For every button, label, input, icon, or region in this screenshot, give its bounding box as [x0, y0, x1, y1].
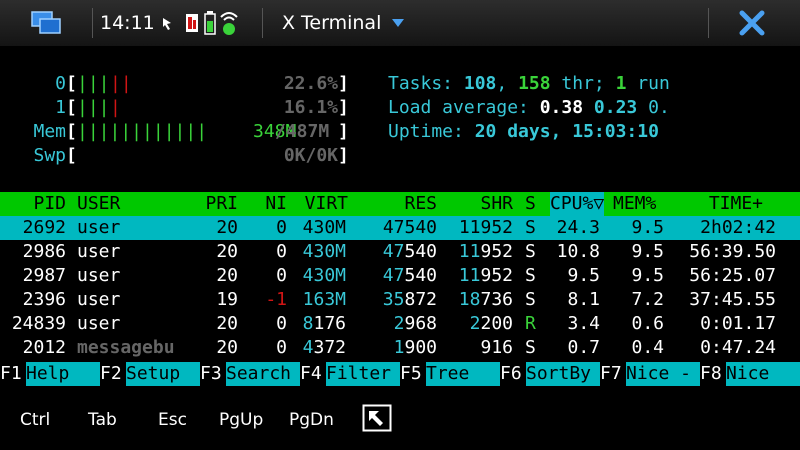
function-key-label[interactable]: Search — [226, 362, 300, 386]
close-icon — [739, 10, 765, 36]
cell-time: 37:45.55 — [689, 289, 776, 310]
cell-user: user — [77, 217, 121, 238]
function-key[interactable]: F2 — [100, 362, 122, 386]
cell-user: user — [77, 313, 121, 334]
pgdn-key[interactable]: PgDn — [289, 398, 334, 442]
close-button[interactable] — [738, 0, 766, 46]
cell-user: user — [77, 265, 121, 286]
cell-pid: 24839 — [11, 313, 66, 334]
function-key-label[interactable]: Tree — [426, 362, 500, 386]
wifi-icon — [220, 12, 238, 35]
function-key[interactable]: F4 — [300, 362, 322, 386]
cell-pid: 2396 — [22, 289, 66, 310]
function-key[interactable]: F5 — [400, 362, 422, 386]
fullscreen-icon — [362, 404, 392, 432]
cell-time: 56:25.07 — [689, 265, 776, 286]
function-key[interactable]: F3 — [200, 362, 222, 386]
function-key[interactable]: F6 — [500, 362, 522, 386]
process-row[interactable]: 2012 messagebu 20 0 4372 1900 916 S 0.7 0.4 0:47.2… — [0, 336, 800, 360]
column-header[interactable]: USER — [77, 192, 120, 216]
function-key[interactable]: F1 — [0, 362, 22, 386]
function-key-label[interactable]: Filter — [326, 362, 400, 386]
cell-mem: 9.5 — [631, 265, 664, 286]
cell-time: 56:39.50 — [689, 241, 776, 262]
uptime: Uptime: 20 days, 15:03:10 — [388, 121, 659, 142]
cell-time: 0:47.24 — [700, 337, 776, 358]
cell-time: 2h02:42 — [700, 217, 776, 238]
cell-user: user — [77, 289, 121, 310]
cell-pid: 2692 — [22, 217, 66, 238]
tasks-summary: Tasks: 108, 158 thr; 1 run — [388, 73, 670, 94]
cell-user: user — [77, 241, 121, 262]
cell-mem: 9.5 — [631, 217, 664, 238]
function-key-label[interactable]: Setup — [126, 362, 200, 386]
process-row[interactable]: 2396 user 19 -1 163M 35872 18736 S 8.1 7.2 37:45.5… — [0, 288, 800, 312]
function-key-bar: F1 Help F2 Setup F3 Search F4 Filter F5 Tree F6… — [0, 362, 800, 386]
fullscreen-button[interactable] — [362, 404, 392, 436]
esc-key[interactable]: Esc — [158, 398, 187, 442]
column-header[interactable]: TIME+ — [653, 192, 763, 216]
column-header[interactable]: S — [525, 192, 536, 216]
column-header[interactable]: MEM% — [613, 192, 656, 216]
battery-icon — [204, 11, 216, 35]
column-header[interactable]: SHR — [403, 192, 513, 216]
function-key-label[interactable]: Help — [26, 362, 100, 386]
status-bar: 14:11 X Terminal — [0, 0, 800, 46]
cell-mem: 7.2 — [631, 289, 664, 310]
function-key-label[interactable]: Nice - — [626, 362, 700, 386]
tab-key[interactable]: Tab — [88, 398, 117, 442]
cell-mem: 9.5 — [631, 241, 664, 262]
cell-mem: 0.4 — [631, 337, 664, 358]
cell-time: 0:01.17 — [700, 313, 776, 334]
column-header[interactable]: CPU%▽ — [550, 192, 605, 216]
app-title: X Terminal — [282, 12, 382, 34]
function-key-label[interactable]: SortBy — [526, 362, 600, 386]
terminal[interactable]: 0 [ ||| || 22.6% ] 1 [ ||| | 16.1% ] Mem… — [0, 46, 800, 390]
function-key-label[interactable]: Nice — [726, 362, 800, 386]
cell-pid: 2012 — [22, 337, 66, 358]
menu-arrow-icon — [392, 19, 405, 27]
cell-mem: 0.6 — [631, 313, 664, 334]
process-row[interactable]: 2986 user 20 0 430M 47540 11952 S 10.8 9.5 56:39.5… — [0, 240, 800, 264]
pgup-key[interactable]: PgUp — [219, 398, 263, 442]
clock: 14:11 — [100, 12, 155, 34]
swap-meter: Swp [ 0K/0K ] — [33, 145, 349, 166]
column-header[interactable]: PID — [0, 192, 66, 216]
cell-pid: 2987 — [22, 265, 66, 286]
function-key[interactable]: F7 — [600, 362, 622, 386]
process-table-header[interactable]: PID USER PRI NI VIRT RES SHR S CPU%▽ MEM% TIME+ — [0, 192, 800, 216]
ctrl-key[interactable]: Ctrl — [20, 398, 50, 442]
network-icon — [185, 14, 198, 32]
function-key[interactable]: F8 — [700, 362, 722, 386]
process-row[interactable]: 2692 user 20 0 430M 47540 11952 S 24.3 9.5 2h02:42 — [0, 216, 800, 240]
app-menu[interactable]: X Terminal — [282, 0, 405, 46]
task-switcher-button[interactable] — [30, 0, 64, 46]
load-average: Load average: 0.38 0.23 0. — [388, 97, 670, 118]
cell-pid: 2986 — [22, 241, 66, 262]
task-switcher-icon — [31, 11, 61, 34]
virtual-key-bar: Ctrl Tab Esc PgUp PgDn — [0, 390, 800, 450]
process-row[interactable]: 2987 user 20 0 430M 47540 11952 S 9.5 9.5 56:25.07 — [0, 264, 800, 288]
presence-icon — [162, 18, 171, 30]
process-row[interactable]: 24839 user 20 0 8176 2968 2200 R 3.4 0.6 0:01.17 — [0, 312, 800, 336]
status-area[interactable]: 14:11 — [100, 0, 239, 46]
